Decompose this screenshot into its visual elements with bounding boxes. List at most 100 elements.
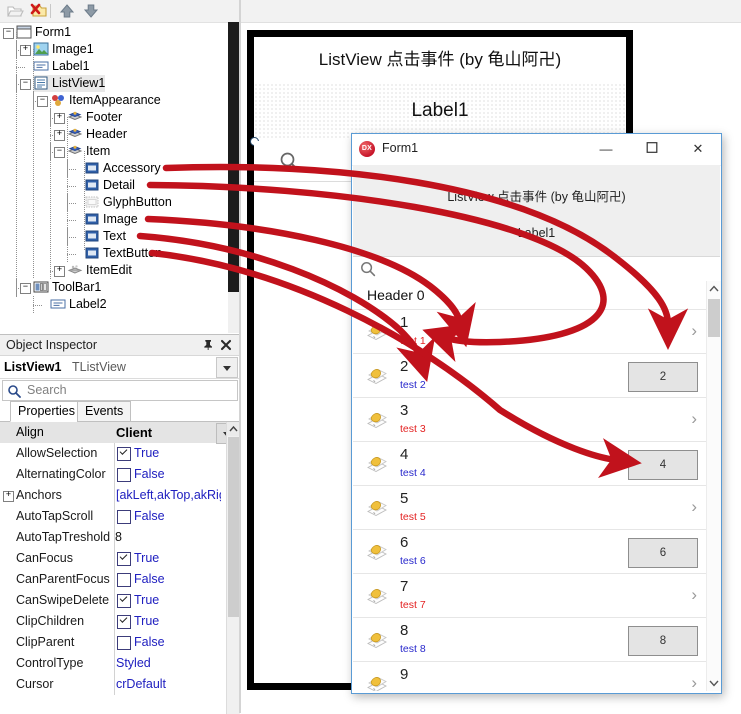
- tree-node-label2[interactable]: Label2: [50, 296, 107, 313]
- property-row[interactable]: +Anchors[akLeft,akTop,akRig: [0, 485, 240, 506]
- maximize-button[interactable]: [629, 134, 675, 164]
- list-item[interactable]: 9›: [353, 661, 706, 691]
- property-row[interactable]: ClipChildrenTrue: [0, 611, 240, 632]
- component-tree[interactable]: −Form1+Image1Label1−ListView1−ItemAppear…: [0, 24, 228, 329]
- property-row[interactable]: AutoTapScrollFalse: [0, 506, 240, 527]
- property-value[interactable]: [akLeft,akTop,akRig: [116, 488, 221, 502]
- tree-node-detail[interactable]: Detail: [84, 177, 135, 194]
- list-item[interactable]: 7test 7›: [353, 573, 706, 618]
- tree-node-itemappearance[interactable]: ItemAppearance: [50, 92, 161, 109]
- property-checkbox[interactable]: [117, 447, 131, 461]
- listview-scrollbar-thumb[interactable]: [708, 299, 720, 337]
- move-down-icon[interactable]: [82, 3, 100, 19]
- property-checkbox[interactable]: [117, 468, 131, 482]
- tree-node-textbutton[interactable]: TextButton: [84, 245, 162, 262]
- property-checkbox[interactable]: [117, 594, 131, 608]
- list-item-8-button[interactable]: 8: [628, 626, 698, 656]
- property-value[interactable]: Styled: [116, 656, 221, 670]
- property-row[interactable]: AllowSelectionTrue: [0, 443, 240, 464]
- tree-node-item[interactable]: Item: [67, 143, 110, 160]
- tree-expander-footer[interactable]: +: [54, 113, 65, 124]
- element-icon: [84, 212, 100, 226]
- list-item-1-accessory[interactable]: ›: [691, 321, 697, 341]
- property-checkbox[interactable]: [117, 615, 131, 629]
- tree-node-image1[interactable]: Image1: [33, 41, 94, 58]
- close-button[interactable]: ✕: [675, 134, 721, 164]
- list-item-3-accessory[interactable]: ›: [691, 409, 697, 429]
- form1-search-input[interactable]: [353, 256, 720, 283]
- tree-expander-itemedit[interactable]: +: [54, 266, 65, 277]
- list-item-5-accessory[interactable]: ›: [691, 497, 697, 517]
- property-row[interactable]: ControlTypeStyled: [0, 653, 240, 674]
- tree-expander-header[interactable]: +: [54, 130, 65, 141]
- list-item[interactable]: 5test 5›: [353, 485, 706, 530]
- property-value[interactable]: 8: [115, 530, 220, 544]
- object-selector[interactable]: ListView1 TListView: [0, 356, 240, 379]
- pin-icon[interactable]: [202, 339, 214, 351]
- list-item-5-detail: test 5: [400, 511, 426, 523]
- object-selector-dropdown-icon[interactable]: [216, 357, 238, 378]
- close-icon[interactable]: [220, 339, 232, 351]
- tab-events[interactable]: Events: [77, 401, 131, 422]
- tree-node-form1[interactable]: Form1: [16, 24, 71, 41]
- tree-node-image[interactable]: Image: [84, 211, 138, 228]
- scroll-down-icon[interactable]: [707, 675, 721, 691]
- tree-node-label1[interactable]: Label1: [33, 58, 90, 75]
- tree-node-listview1[interactable]: ListView1: [33, 75, 105, 92]
- scroll-up-icon[interactable]: [707, 281, 721, 297]
- tree-expander-itemappearance[interactable]: −: [37, 96, 48, 107]
- list-item[interactable]: 1test 1›: [353, 309, 706, 354]
- move-up-icon[interactable]: [58, 3, 76, 19]
- property-checkbox[interactable]: [117, 552, 131, 566]
- listview-scrollbar[interactable]: [706, 281, 721, 691]
- tree-expander-item[interactable]: −: [54, 147, 65, 158]
- properties-scrollbar[interactable]: [226, 422, 240, 714]
- tree-expander-form1[interactable]: −: [3, 28, 14, 39]
- list-item-6-button[interactable]: 6: [628, 538, 698, 568]
- property-row[interactable]: CanSwipeDeleteTrue: [0, 590, 240, 611]
- list-item-7-accessory[interactable]: ›: [691, 585, 697, 605]
- list-item-9-accessory[interactable]: ›: [691, 673, 697, 691]
- tree-node-itemedit[interactable]: ItemEdit: [67, 262, 132, 279]
- list-item[interactable]: 6test 66: [353, 529, 706, 574]
- list-item[interactable]: 3test 3›: [353, 397, 706, 442]
- list-item[interactable]: 2test 22: [353, 353, 706, 398]
- tree-node-footer[interactable]: Footer: [67, 109, 122, 126]
- property-checkbox[interactable]: [117, 573, 131, 587]
- property-row[interactable]: CursorcrDefault: [0, 674, 240, 695]
- tree-node-header[interactable]: Header: [67, 126, 127, 143]
- properties-scrollbar-thumb[interactable]: [228, 437, 239, 617]
- property-row[interactable]: CanFocusTrue: [0, 548, 240, 569]
- tree-node-accessory[interactable]: Accessory: [84, 160, 161, 177]
- list-item[interactable]: 4test 44: [353, 441, 706, 486]
- form1-window[interactable]: DX Form1 — ✕ ListView 点击事件 (by 龟山阿卍) Lab…: [351, 133, 722, 694]
- property-row[interactable]: CanParentFocusFalse: [0, 569, 240, 590]
- form1-titlebar[interactable]: DX Form1 — ✕: [352, 134, 721, 166]
- tab-properties[interactable]: Properties: [10, 401, 83, 422]
- delete-component-icon[interactable]: [30, 3, 48, 19]
- minimize-button[interactable]: —: [583, 134, 629, 164]
- property-expander[interactable]: +: [3, 491, 14, 502]
- list-item[interactable]: 8test 88: [353, 617, 706, 662]
- tree-expander-toolbar1[interactable]: −: [20, 283, 31, 294]
- property-search-input[interactable]: Search: [2, 380, 238, 401]
- property-checkbox[interactable]: [117, 636, 131, 650]
- properties-grid[interactable]: AlignClientAllowSelectionTrueAlternating…: [0, 422, 240, 714]
- designer-label1[interactable]: Label1: [254, 83, 626, 139]
- list-item-2-button[interactable]: 2: [628, 362, 698, 392]
- tree-expander-listview1[interactable]: −: [20, 79, 31, 90]
- property-row[interactable]: AlternatingColorFalse: [0, 464, 240, 485]
- form1-listview[interactable]: Header 0 1test 1›2test 223test 3›4test 4…: [353, 281, 706, 691]
- property-row[interactable]: AutoTapTreshold8: [0, 527, 240, 548]
- property-value[interactable]: crDefault: [116, 677, 221, 691]
- tree-expander-image1[interactable]: +: [20, 45, 31, 56]
- tree-node-glyphbutton[interactable]: GlyphButton: [84, 194, 172, 211]
- tree-node-text[interactable]: Text: [84, 228, 126, 245]
- property-row[interactable]: ClipParentFalse: [0, 632, 240, 653]
- list-item-4-button[interactable]: 4: [628, 450, 698, 480]
- property-value[interactable]: Client: [116, 425, 221, 440]
- open-folder-icon[interactable]: [6, 3, 24, 19]
- tree-node-toolbar1[interactable]: ToolBar1: [33, 279, 101, 296]
- property-row[interactable]: AlignClient: [0, 422, 240, 443]
- property-checkbox[interactable]: [117, 510, 131, 524]
